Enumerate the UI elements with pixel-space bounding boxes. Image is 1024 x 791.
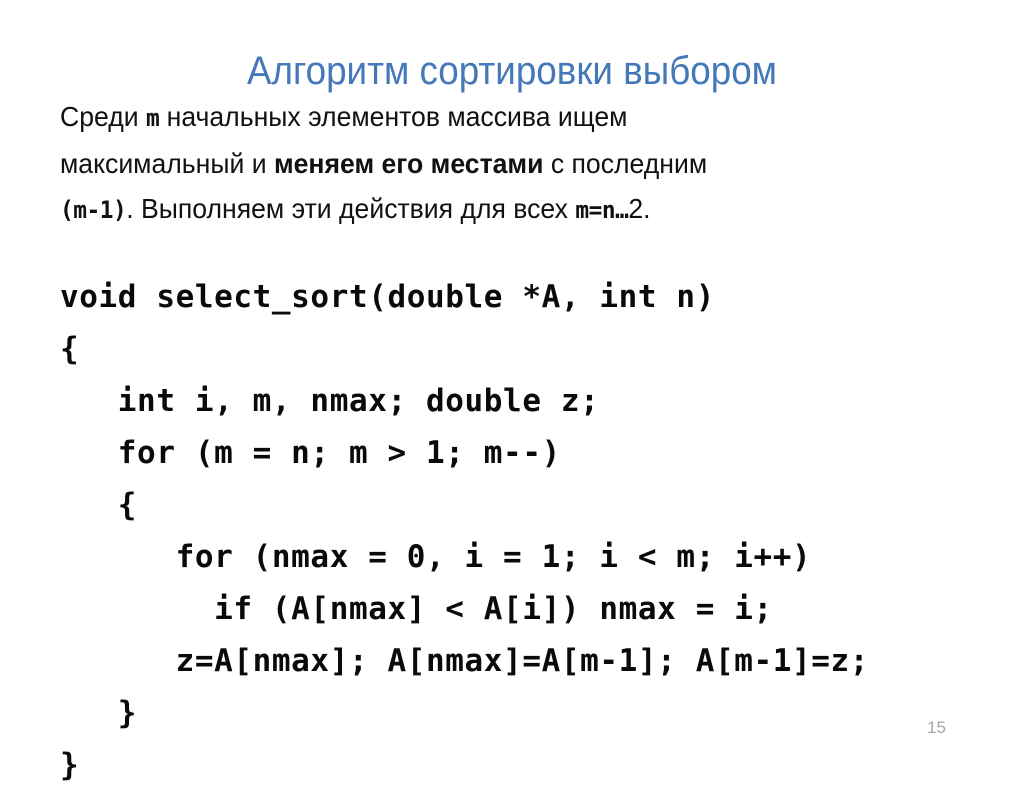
code-line: int i, m, nmax; double z;: [60, 383, 600, 419]
page-number: 15: [927, 718, 946, 737]
paragraph-line-3: (m-1). Выполняем эти действия для всех m…: [60, 186, 934, 233]
code-line: if (A[nmax] < A[i]) nmax = i;: [60, 591, 773, 627]
paragraph-line-1: Среди m начальных элементов массива ищем: [60, 94, 934, 141]
code-line: }: [60, 747, 80, 783]
paragraph-line-2-text-b: с последним: [543, 148, 708, 179]
paragraph-line-2-emphasis: меняем его местами: [273, 148, 544, 179]
code-line: for (m = n; m > 1; m--): [60, 435, 561, 471]
slide-canvas: Алгоритм сортировки выбором Среди m нача…: [0, 0, 1024, 783]
code-listing: void select_sort(double *A, int n) { int …: [60, 271, 869, 791]
paragraph-line-1-text-b: начальных элементов массива ищем: [159, 101, 628, 132]
code-line: z=A[nmax]; A[nmax]=A[m-1]; A[m-1]=z;: [60, 643, 870, 679]
paragraph-line-2: максимальный и меняем его местами с посл…: [60, 141, 934, 186]
paragraph-line-3-text-b: 2.: [628, 193, 651, 224]
inline-code-m-minus-1: (m-1): [60, 196, 127, 224]
code-line: }: [60, 695, 138, 731]
code-line: {: [60, 487, 138, 523]
inline-code-m-equals-n: m=n…: [575, 196, 629, 224]
inline-code-m: m: [145, 104, 160, 132]
code-line: void select_sort(double *A, int n): [60, 279, 715, 315]
page-title: Алгоритм сортировки выбором: [246, 48, 777, 93]
paragraph-line-3-text-a: . Выполняем эти действия для всех: [126, 193, 576, 224]
code-line: for (nmax = 0, i = 1; i < m; i++): [60, 539, 812, 575]
paragraph-line-2-text-a: максимальный и: [60, 148, 274, 179]
paragraph-line-1-text-a: Среди: [60, 101, 146, 132]
description-paragraph: Среди m начальных элементов массива ищем…: [60, 94, 980, 233]
code-line: {: [60, 331, 80, 367]
